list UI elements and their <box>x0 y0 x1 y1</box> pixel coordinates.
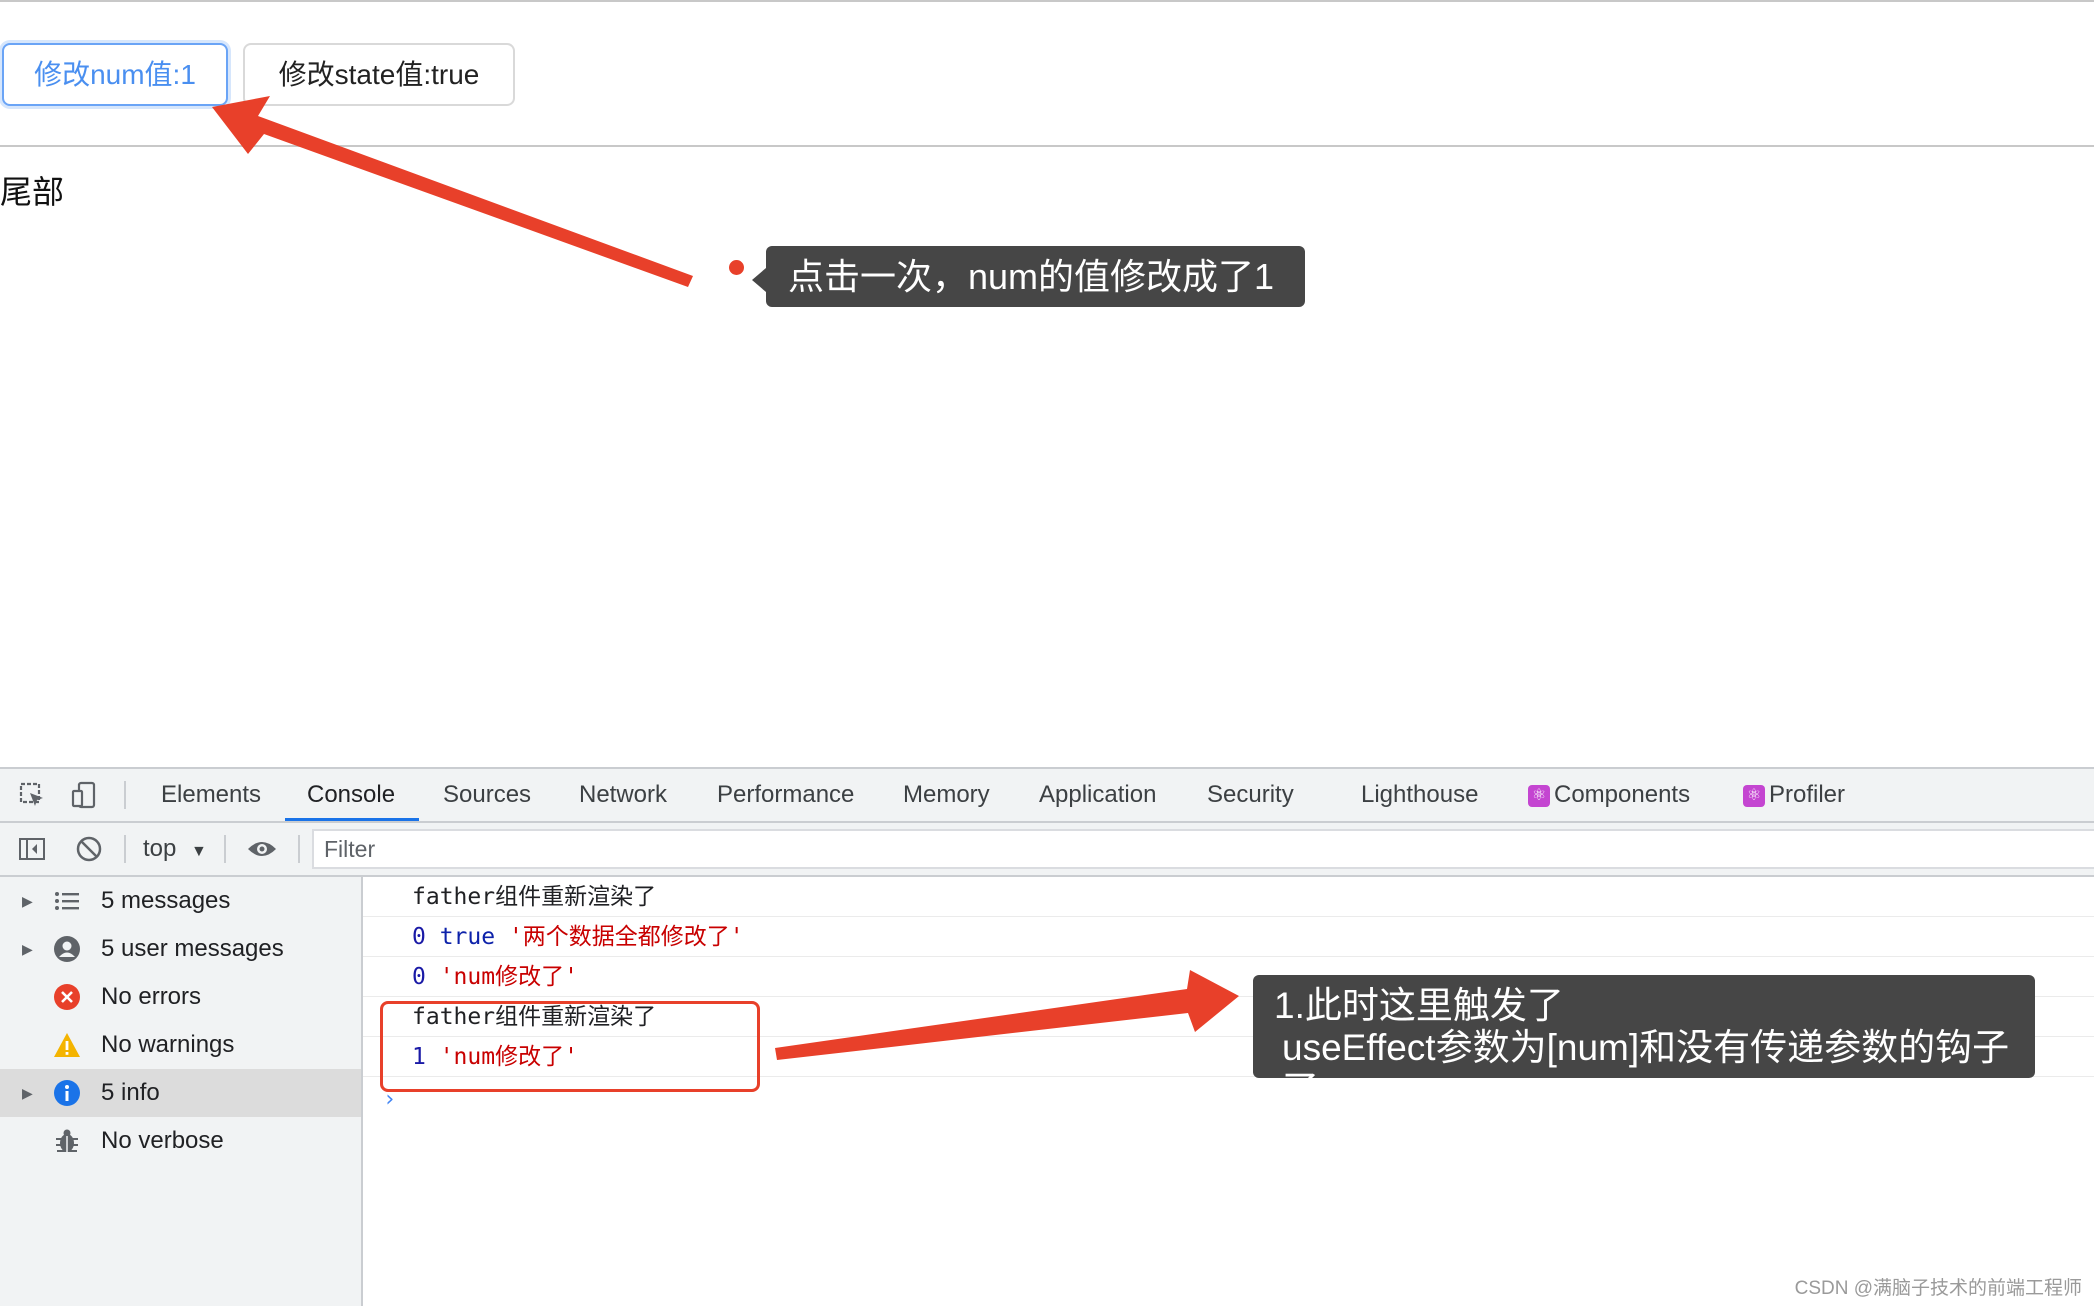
annotation-dot <box>729 260 744 275</box>
tooltip-line: 1.此时这里触发了 <box>1274 985 1564 1026</box>
tooltip-line: useEffect参数为[num]和没有传递参数的钩子 <box>1282 1027 2010 1068</box>
arrow-to-button <box>212 96 693 287</box>
watermark: CSDN @满脑子技术的前端工程师 <box>1794 1278 2082 1299</box>
annotation-tooltip-useeffect: 1.此时这里触发了 useEffect参数为[num]和没有传递参数的钩子 了 <box>1253 975 2035 1078</box>
arrow-to-console <box>775 970 1239 1060</box>
annotation-tooltip-click: 点击一次，num的值修改成了1 <box>752 246 1305 307</box>
tooltip-line: 了 <box>1274 1069 2035 1078</box>
annotation-arrows <box>212 96 1239 1060</box>
